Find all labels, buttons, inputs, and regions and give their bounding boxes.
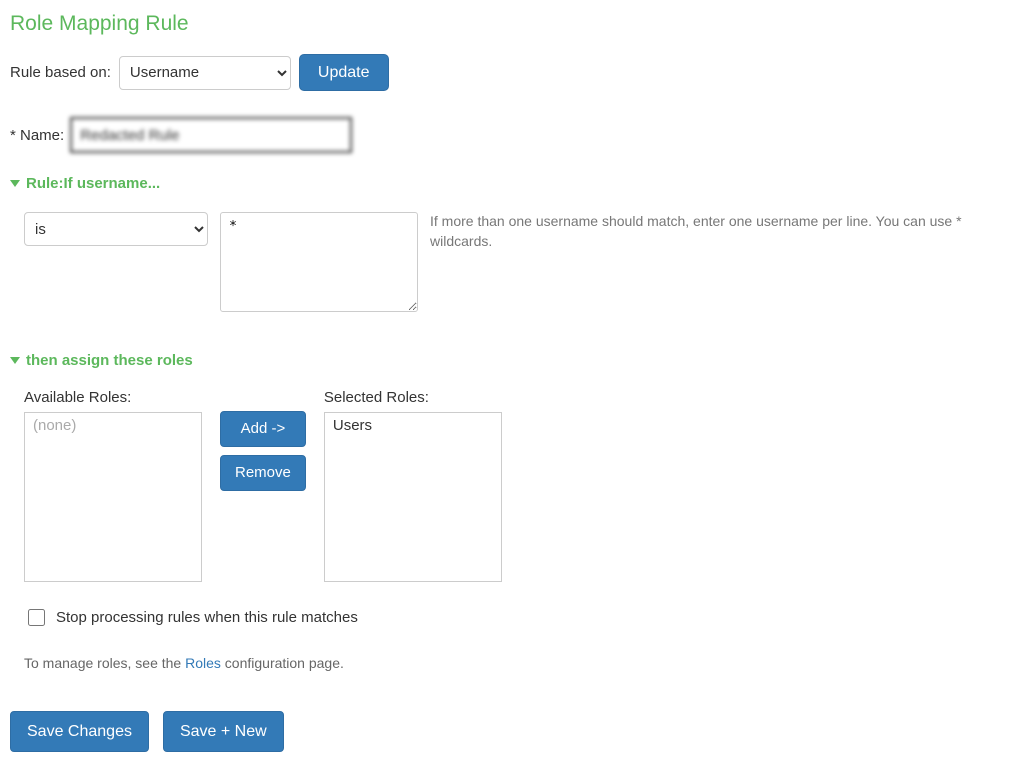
list-item[interactable]: Users — [325, 413, 501, 438]
condition-select[interactable]: is — [24, 212, 208, 246]
page-title: Role Mapping Rule — [10, 12, 1014, 36]
selected-roles-label: Selected Roles: — [324, 389, 502, 406]
rule-based-label: Rule based on: — [10, 64, 111, 81]
add-button[interactable]: Add -> — [220, 411, 306, 447]
pattern-hint: If more than one username should match, … — [430, 212, 1014, 251]
assign-section-title: then assign these roles — [26, 352, 193, 369]
chevron-down-icon — [10, 180, 20, 187]
save-new-button[interactable]: Save + New — [163, 711, 284, 752]
manage-note-prefix: To manage roles, see the — [24, 655, 185, 671]
footer-buttons: Save Changes Save + New — [10, 711, 1014, 752]
chevron-down-icon — [10, 357, 20, 364]
stop-processing-label: Stop processing rules when this rule mat… — [56, 609, 358, 626]
roles-link[interactable]: Roles — [185, 655, 221, 671]
assign-section-header[interactable]: then assign these roles — [10, 352, 1014, 369]
manage-note-suffix: configuration page. — [221, 655, 344, 671]
available-roles-listbox[interactable]: (none) — [24, 412, 202, 582]
selected-roles-listbox[interactable]: Users — [324, 412, 502, 582]
pattern-textarea[interactable]: * — [220, 212, 418, 312]
manage-roles-note: To manage roles, see the Roles configura… — [24, 655, 1014, 671]
rule-based-row: Rule based on: Username Update — [10, 54, 1014, 91]
name-row: * Name: — [10, 117, 1014, 153]
save-changes-button[interactable]: Save Changes — [10, 711, 149, 752]
condition-row: is * If more than one username should ma… — [24, 212, 1014, 312]
available-roles-column: Available Roles: (none) — [24, 389, 202, 582]
rule-based-select[interactable]: Username — [119, 56, 291, 90]
roles-area: Available Roles: (none) Add -> Remove Se… — [24, 389, 1014, 582]
stop-processing-row: Stop processing rules when this rule mat… — [24, 606, 1014, 629]
stop-processing-checkbox[interactable] — [28, 609, 45, 626]
update-button[interactable]: Update — [299, 54, 389, 91]
remove-button[interactable]: Remove — [220, 455, 306, 491]
rule-section-title: Rule:If username... — [26, 175, 160, 192]
name-input[interactable] — [70, 117, 352, 153]
name-label: * Name: — [10, 127, 64, 144]
available-roles-label: Available Roles: — [24, 389, 202, 406]
selected-roles-column: Selected Roles: Users — [324, 389, 502, 582]
list-placeholder: (none) — [25, 413, 201, 438]
transfer-buttons: Add -> Remove — [220, 411, 306, 491]
rule-section-header[interactable]: Rule:If username... — [10, 175, 1014, 192]
